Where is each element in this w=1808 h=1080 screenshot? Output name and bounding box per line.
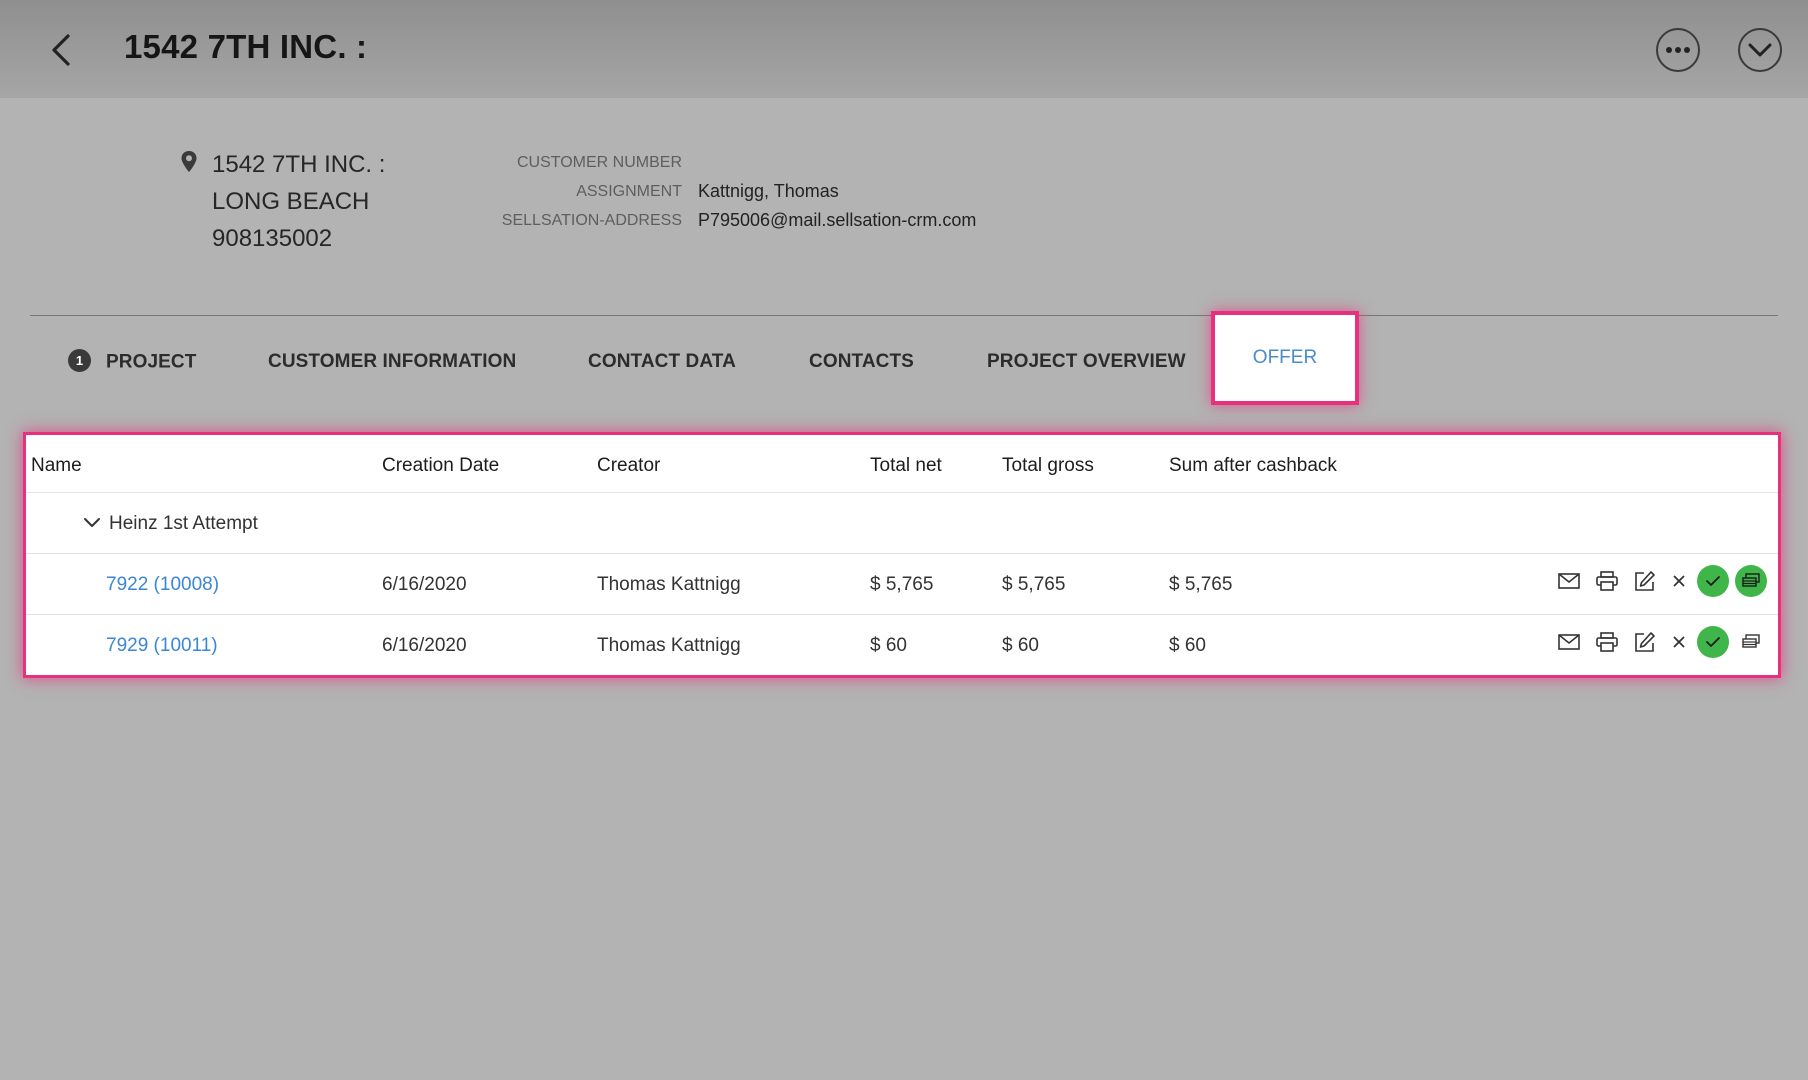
total-gross: $ 60 [1002,635,1039,656]
close-icon [1673,575,1685,587]
customer-number-label: CUSTOMER NUMBER [516,154,682,171]
mail-icon [1558,573,1580,589]
total-net: $ 5,765 [870,574,934,595]
assignment-value: Kattnigg, Thomas [698,181,839,201]
close-icon [1673,636,1685,648]
project-count-badge: 1 [68,349,91,372]
row-actions [1550,625,1770,659]
location-pin-icon [181,151,197,172]
column-header-creator[interactable]: Creator [597,455,660,477]
print-icon [1596,632,1618,652]
address-line-1: 1542 7TH INC. : [212,151,386,178]
address-line-3: 908135002 [212,225,333,252]
print-button[interactable] [1588,625,1626,659]
address-line-2: LONG BEACH [212,188,370,215]
tab-project-overview[interactable]: PROJECT OVERVIEW [987,351,1186,373]
tab-project[interactable]: 1 PROJECT [68,349,197,374]
address-text: 1542 7TH INC. : LONG BEACH 908135002 [212,146,385,257]
column-header-sum-after-cashback[interactable]: Sum after cashback [1169,455,1337,477]
tab-contact-data[interactable]: CONTACT DATA [588,351,736,373]
sum-after-cashback: $ 60 [1169,635,1206,656]
top-bar: 1542 7TH INC. : [0,0,1808,98]
edit-icon [1635,571,1655,591]
creator: Thomas Kattnigg [597,635,741,656]
collapse-button[interactable] [1738,28,1782,72]
edit-button[interactable] [1626,625,1664,659]
column-header-creation-date[interactable]: Creation Date [382,455,499,477]
group-name: Heinz 1st Attempt [109,513,258,534]
chevron-down-icon [1748,43,1772,57]
table-row: 7929 (10011) 6/16/2020 Thomas Kattnigg $… [26,615,1778,675]
sellsation-address-row: SELLSATION-ADDRESS P795006@mail.sellsati… [450,206,977,235]
group-row[interactable]: Heinz 1st Attempt [26,493,1778,554]
accept-button[interactable] [1697,565,1729,597]
print-icon [1596,571,1618,591]
edit-icon [1635,632,1655,652]
offer-table: Name Creation Date Creator Total net Tot… [26,435,1778,675]
column-header-total-gross[interactable]: Total gross [1002,455,1094,477]
tab-bar: 1 PROJECT CUSTOMER INFORMATION CONTACT DA… [30,315,1778,405]
sellsation-address-label: SELLSATION-ADDRESS [501,212,682,229]
delete-button[interactable] [1664,625,1694,659]
page-title: 1542 7TH INC. : [124,28,368,65]
creation-date: 6/16/2020 [382,574,467,595]
row-actions [1550,564,1770,598]
stack-button[interactable] [1735,625,1767,659]
creation-date: 6/16/2020 [382,635,467,656]
edit-button[interactable] [1626,564,1664,598]
check-icon [1706,637,1720,647]
more-options-button[interactable] [1656,28,1700,72]
mail-icon [1558,634,1580,650]
check-icon [1706,576,1720,586]
delete-button[interactable] [1664,564,1694,598]
tab-customer-information[interactable]: CUSTOMER INFORMATION [268,351,516,373]
column-header-total-net[interactable]: Total net [870,455,942,477]
column-header-name[interactable]: Name [31,455,82,477]
stack-button[interactable] [1735,565,1767,597]
assignment-row: ASSIGNMENT Kattnigg, Thomas [450,177,976,206]
chevron-down-icon[interactable] [83,517,101,529]
assignment-label: ASSIGNMENT [576,183,682,200]
sellsation-address-value[interactable]: P795006@mail.sellsation-crm.com [698,206,976,235]
table-header: Name Creation Date Creator Total net Tot… [26,435,1778,493]
chevron-left-icon [52,34,70,66]
print-button[interactable] [1588,564,1626,598]
offer-link[interactable]: 7922 (10008) [106,574,219,596]
accept-button[interactable] [1697,626,1729,658]
email-button[interactable] [1550,564,1588,598]
sum-after-cashback: $ 5,765 [1169,574,1233,595]
tab-contacts[interactable]: CONTACTS [809,351,914,373]
email-button[interactable] [1550,625,1588,659]
more-dots-icon [1666,47,1690,53]
stack-icon [1742,634,1760,648]
offer-link[interactable]: 7929 (10011) [106,635,218,657]
tab-offer[interactable]: OFFER [1215,315,1355,401]
customer-info-grid: CUSTOMER NUMBER ASSIGNMENT Kattnigg, Tho… [450,148,977,235]
back-button[interactable] [44,30,80,70]
creator: Thomas Kattnigg [597,574,741,595]
table-row: 7922 (10008) 6/16/2020 Thomas Kattnigg $… [26,554,1778,615]
stack-icon [1742,573,1760,587]
total-net: $ 60 [870,635,907,656]
tab-project-label: PROJECT [106,351,197,373]
customer-number-row: CUSTOMER NUMBER [450,148,976,177]
total-gross: $ 5,765 [1002,574,1066,595]
